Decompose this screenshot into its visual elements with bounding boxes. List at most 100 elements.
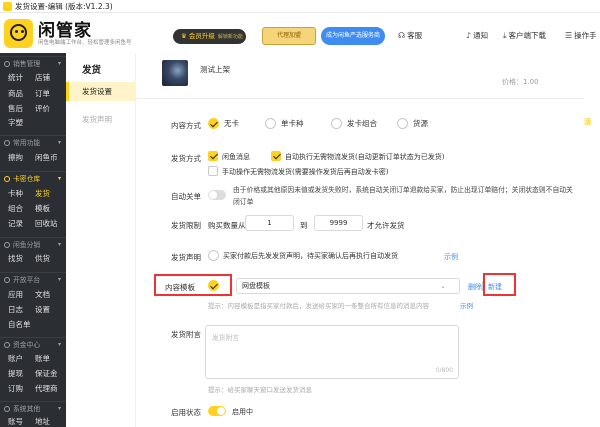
radio-icon — [265, 118, 276, 129]
sidebar-item-supply[interactable]: 供货 — [35, 253, 50, 264]
sidebar-item-accounts[interactable]: 账号 — [8, 416, 23, 427]
content-type-option-source[interactable]: 货源 — [397, 118, 428, 129]
chevron-down-icon: ▾ — [57, 60, 61, 67]
attach-label: 发货附言 — [171, 330, 201, 339]
radio-icon — [397, 118, 408, 129]
sidebar-item-deposit[interactable]: 保证金 — [35, 368, 58, 379]
tools-icon — [4, 140, 10, 146]
radio-icon — [331, 118, 342, 129]
sidebar-item-stats[interactable]: 统计 — [8, 72, 23, 83]
sidebar-group-system[interactable]: 系统其他 ▾ — [0, 401, 66, 415]
customer-service-link[interactable]: ☊ 客服 — [398, 29, 422, 43]
platform-icon — [4, 277, 10, 283]
sidebar-item-templates[interactable]: 模板 — [35, 203, 50, 214]
limit-prefix: 购买数量从 — [208, 221, 246, 230]
content-type-option-combo[interactable]: 发卡组合 — [331, 118, 377, 129]
enable-toggle[interactable]: 启用中 — [208, 406, 253, 417]
attach-textarea[interactable]: 发货附言 0/800 — [205, 325, 459, 379]
radio-checked-icon — [208, 118, 219, 129]
attach-hint: 提示：给买家聊天窗口发送发货消息 — [208, 386, 312, 394]
highlight-box — [154, 274, 232, 296]
sidebar-group-card-warehouse[interactable]: 卡密仓库 ▾ — [0, 171, 66, 185]
chevron-down-icon: ▾ — [57, 341, 61, 348]
product-thumbnail — [162, 60, 188, 86]
chevron-down-icon: ▾ — [57, 175, 61, 182]
chevron-down-icon: ⌄ — [440, 282, 446, 290]
sidebar-item-reviews[interactable]: 评价 — [35, 103, 50, 114]
checkbox-checked-icon — [208, 151, 218, 161]
client-download-link[interactable]: ⤓ 客户端下载 — [503, 29, 546, 43]
sidebar-item-bills[interactable]: 账单 — [35, 353, 50, 364]
sidebar-item-address[interactable]: 地址 — [35, 416, 50, 427]
service-provider-banner[interactable]: 成为闲鱼严选服务商 — [321, 27, 385, 45]
char-counter: 0/800 — [435, 367, 453, 374]
ship-method-manual[interactable]: 手动操作无需物流发货(需要操作发货后再自动发卡密) — [208, 166, 388, 177]
sidebar-item-records[interactable]: 记录 — [8, 218, 23, 229]
limit-min-input[interactable]: 1 — [245, 215, 294, 231]
radio-icon — [208, 250, 219, 261]
title-bar: 发货设置-编辑 (版本:V1.2.3) — [0, 0, 600, 13]
sidebar-group-distribution[interactable]: 闲鱼分销 ▾ — [0, 237, 66, 251]
sidebar-group-common[interactable]: 常用功能 ▾ — [0, 135, 66, 149]
ship-method-auto[interactable]: 自动执行无需物流发货(自动更新订单状态为已发货) — [271, 151, 444, 162]
sidebar-item-coins[interactable]: 闲鱼币 — [35, 152, 58, 163]
sidebar-item-subscribe[interactable]: 订购 — [8, 383, 23, 394]
content-type-option-single[interactable]: 单卡种 — [265, 118, 304, 129]
template-delete-link[interactable]: 删除 — [468, 282, 482, 292]
vip-upgrade-button[interactable]: ♛ 会员升级 解锁新功能 — [173, 29, 246, 44]
sidebar-item-withdraw[interactable]: 提现 — [8, 368, 23, 379]
sidebar-item-docs[interactable]: 文档 — [35, 289, 50, 300]
template-select[interactable]: 网盘模板 ⌄ — [236, 278, 460, 294]
sidebar-group-sales[interactable]: 销售管理 ▾ — [0, 56, 66, 70]
sidebar-item-shipping[interactable]: 发货 — [35, 188, 50, 199]
sidebar-item-aftersale[interactable]: 售后 — [8, 103, 23, 114]
ship-method-message[interactable]: 闲鱼消息 — [208, 151, 250, 162]
ship-method-label: 发货方式 — [171, 154, 201, 163]
sidebar-item-logs[interactable]: 日志 — [8, 304, 23, 315]
template-example-link[interactable]: 示例 — [460, 300, 473, 310]
sidebar-item-combos[interactable]: 组合 — [8, 203, 23, 214]
subnav-item-ship-settings[interactable]: 发货设置 — [66, 82, 136, 101]
sidebar-item-find-goods[interactable]: 找货 — [8, 253, 23, 264]
chevron-down-icon: ▾ — [57, 276, 61, 283]
content-type-option-nocard[interactable]: 无卡 — [208, 118, 239, 129]
manual-link[interactable]: ☰ 操作手 — [565, 29, 597, 43]
subnav-item-ship-statement[interactable]: 发货声明 — [82, 114, 112, 125]
auto-close-description: 由于价格或其他原因未值或发货失败时，系统自动关闭订单退款给买家，防止出现订单赔付… — [233, 186, 573, 206]
sidebar-group-open-platform[interactable]: 开放平台 ▾ — [0, 272, 66, 286]
template-hint: 提示：内容模板是指买家付款后，发送给买家的一条整合所有信息的消息内容 — [208, 302, 429, 310]
sidebar-group-funds[interactable]: 资金中心 ▾ — [0, 337, 66, 351]
statement-checkbox[interactable]: 买家付款后先发发货声明，待买家确认后再执行自动发货 — [208, 250, 398, 261]
sidebar-item-agent[interactable]: 代理商 — [35, 383, 58, 394]
sidebar-item-settings[interactable]: 设置 — [35, 304, 50, 315]
sidebar-item-zisu[interactable]: 字塑 — [8, 117, 23, 128]
right-panel-tab[interactable]: 活 — [584, 117, 600, 127]
sidebar-item-orders[interactable]: 订单 — [35, 88, 50, 99]
sales-icon — [4, 61, 10, 67]
enable-label: 启用状态 — [171, 408, 201, 417]
sidebar-item-products[interactable]: 商品 — [8, 88, 23, 99]
sidebar-item-card-types[interactable]: 卡种 — [8, 188, 23, 199]
agent-join-banner[interactable]: 代理加盟 — [262, 27, 316, 45]
statement-example-link[interactable]: 示例 — [444, 252, 458, 262]
sidebar-item-recycle[interactable]: 回收站 — [35, 218, 58, 229]
product-title: 测试上架 — [200, 65, 230, 74]
crown-icon: ♛ — [181, 32, 189, 40]
notification-link[interactable]: ♪ 通知 — [466, 29, 488, 43]
chevron-down-icon: ▾ — [57, 241, 61, 248]
limit-max-input[interactable]: 9999 — [314, 215, 363, 231]
distribution-icon — [4, 242, 10, 248]
limit-label: 发货限制 — [171, 221, 201, 230]
brand-subtitle: 闲鱼电脑端工作台、轻松管理多闲鱼号 — [38, 40, 132, 46]
limit-to: 到 — [300, 221, 308, 230]
auto-close-toggle[interactable] — [208, 190, 226, 200]
sub-navigation — [66, 53, 136, 427]
sidebar-item-account[interactable]: 账户 — [8, 353, 23, 364]
divider — [136, 98, 584, 99]
chevron-down-icon: ▾ — [57, 405, 61, 412]
sidebar-item-shops[interactable]: 店铺 — [35, 72, 50, 83]
system-icon — [4, 406, 10, 412]
sidebar-item-paiju[interactable]: 擦拘 — [8, 152, 23, 163]
sidebar-item-apps[interactable]: 应用 — [8, 289, 23, 300]
sidebar-item-whitelist[interactable]: 自名单 — [8, 319, 31, 330]
